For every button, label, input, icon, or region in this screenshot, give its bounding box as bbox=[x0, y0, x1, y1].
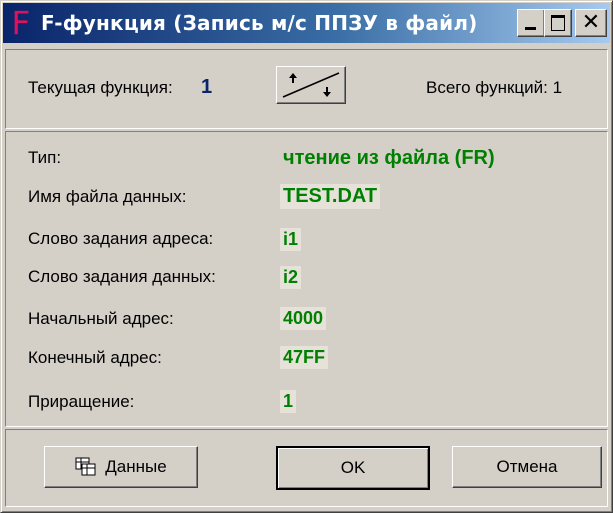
address-word-label: Слово задания адреса: bbox=[28, 229, 214, 248]
address-word-value: i1 bbox=[280, 228, 302, 251]
end-address-label: Конечный адрес: bbox=[28, 348, 162, 367]
maximize-icon bbox=[551, 15, 565, 31]
increment-label: Приращение: bbox=[28, 392, 135, 411]
start-address-value: 4000 bbox=[280, 307, 327, 330]
table-data-icon bbox=[75, 457, 96, 476]
current-function-label: Текущая функция: bbox=[28, 78, 173, 97]
title-bar[interactable]: F F-функция (Запись м/с ППЗУ в файл) ✕ bbox=[3, 3, 610, 43]
start-address-label: Начальный адрес: bbox=[28, 309, 174, 328]
end-address-value: 47FF bbox=[280, 346, 329, 369]
window-title: F-функция (Запись м/с ППЗУ в файл) bbox=[41, 11, 478, 35]
dialog-window: F F-функция (Запись м/с ППЗУ в файл) ✕ Т… bbox=[0, 0, 613, 513]
ok-button[interactable]: OK bbox=[276, 446, 430, 490]
total-functions: Всего функций: 1 bbox=[426, 78, 563, 97]
maximize-button[interactable] bbox=[544, 9, 572, 37]
minimize-button[interactable] bbox=[517, 9, 545, 37]
cancel-button-label: Отмена bbox=[496, 457, 558, 476]
function-details-panel: Тип: чтение из файла (FR) Имя файла данн… bbox=[5, 131, 608, 427]
increment-value: 1 bbox=[280, 390, 297, 413]
data-button-label: Данные bbox=[105, 457, 167, 476]
data-file-value: TEST.DAT bbox=[280, 184, 381, 209]
type-label: Тип: bbox=[28, 148, 62, 167]
button-panel: Данные OK Отмена bbox=[5, 429, 608, 507]
current-function-value: 1 bbox=[201, 76, 213, 98]
data-word-label: Слово задания данных: bbox=[28, 267, 216, 286]
up-down-switch-icon bbox=[282, 72, 340, 98]
cancel-button[interactable]: Отмена bbox=[452, 446, 602, 488]
minimize-icon bbox=[525, 27, 536, 30]
type-value: чтение из файла (FR) bbox=[283, 147, 495, 169]
close-button[interactable]: ✕ bbox=[575, 9, 607, 37]
app-f-icon: F bbox=[11, 4, 31, 42]
data-word-value: i2 bbox=[280, 266, 302, 289]
close-icon: ✕ bbox=[581, 10, 601, 35]
function-header-panel: Текущая функция: 1 Всего функций: 1 bbox=[5, 49, 608, 129]
data-button[interactable]: Данные bbox=[44, 446, 198, 488]
function-switch-button[interactable] bbox=[276, 66, 346, 104]
data-file-label: Имя файла данных: bbox=[28, 187, 187, 206]
ok-button-label: OK bbox=[340, 458, 366, 477]
